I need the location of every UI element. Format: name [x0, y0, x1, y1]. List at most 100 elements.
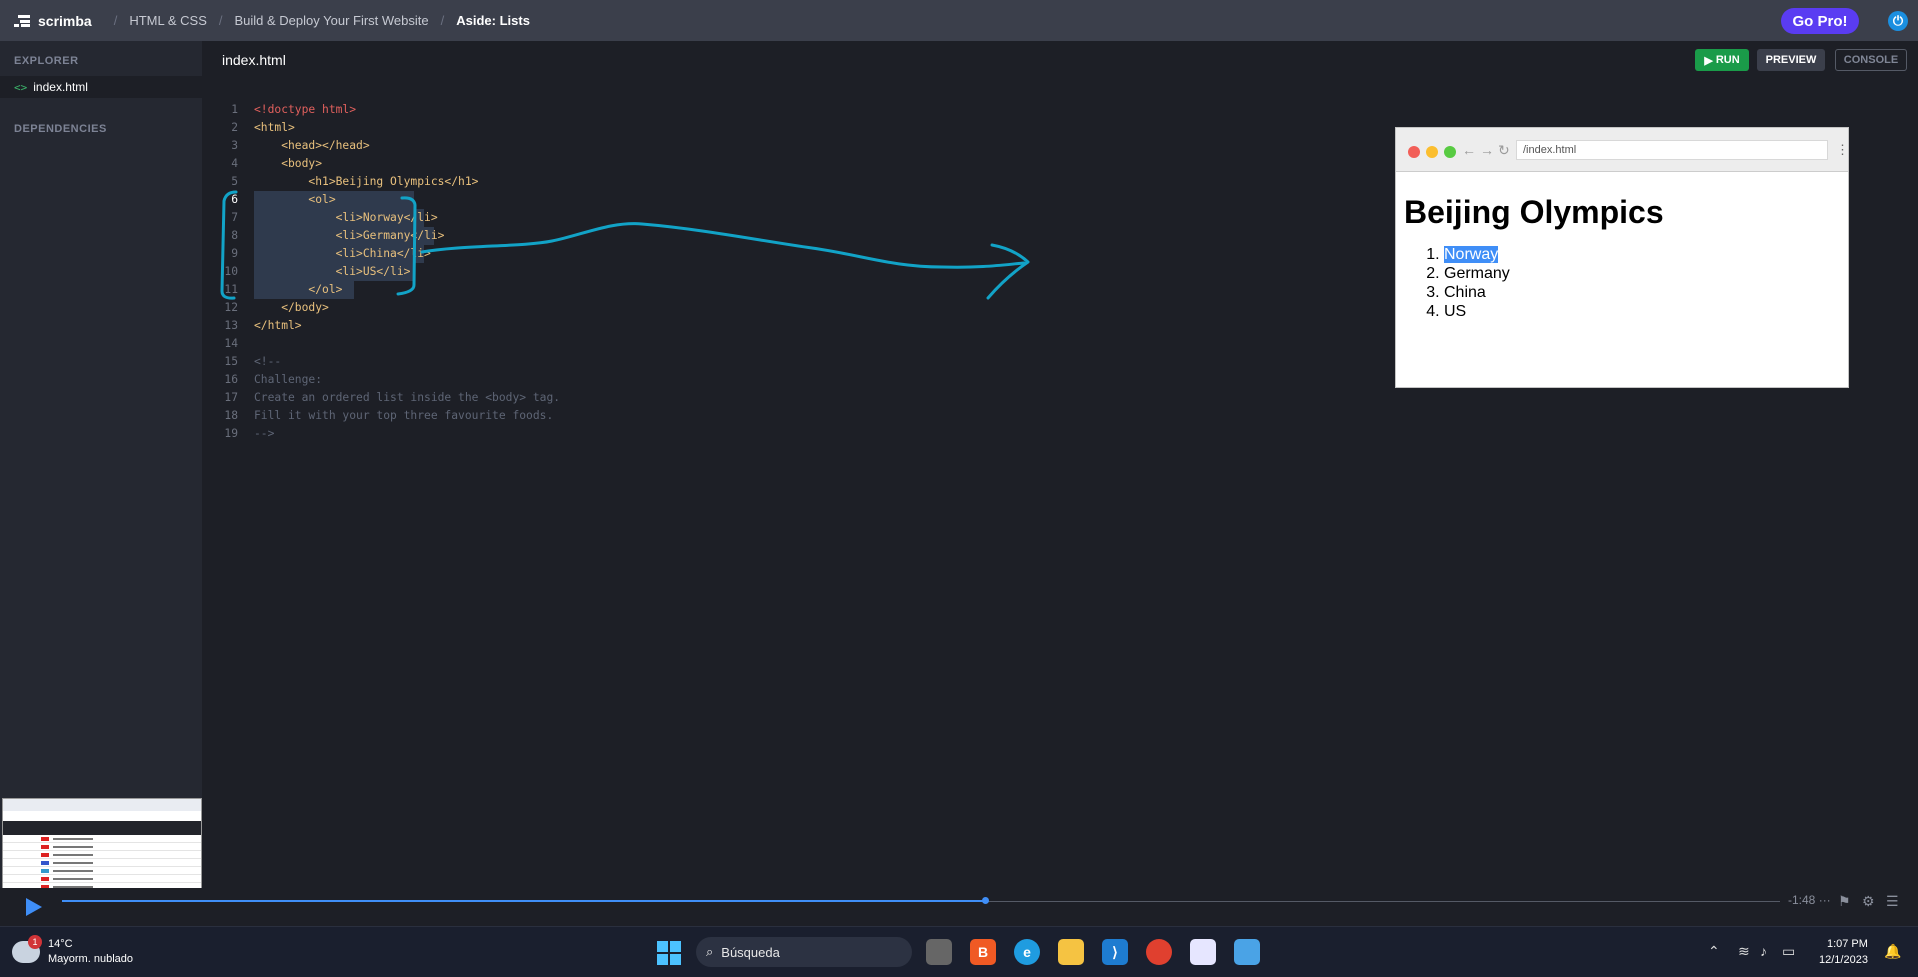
close-dot[interactable] — [1408, 146, 1420, 158]
minimize-dot[interactable] — [1426, 146, 1438, 158]
play-icon[interactable] — [26, 898, 42, 916]
wifi-icon[interactable]: ≋ — [1738, 943, 1750, 960]
code-line[interactable]: 4 <body> — [202, 155, 560, 173]
reload-icon[interactable]: ↻ — [1498, 142, 1510, 159]
code-text: </ol> — [254, 283, 343, 296]
run-label: RUN — [1715, 54, 1740, 66]
brand-name: scrimba — [38, 12, 92, 29]
code-line[interactable]: 14 — [202, 335, 560, 353]
line-number: 10 — [224, 265, 238, 278]
breadcrumb-separator: / — [218, 13, 223, 28]
code-line[interactable]: 3 <head></head> — [202, 137, 560, 155]
search-icon: ⌕ — [706, 944, 714, 959]
breadcrumb-current: Aside: Lists — [456, 13, 530, 28]
code-text: <!doctype html> — [254, 103, 357, 116]
task-view-icon[interactable] — [926, 939, 952, 965]
settings-gear-icon[interactable]: ⚙ — [1862, 893, 1875, 910]
code-line[interactable]: 7 <li>Norway</li> — [202, 209, 560, 227]
code-line[interactable]: 12 </body> — [202, 299, 560, 317]
breadcrumb-module[interactable]: Build & Deploy Your First Website — [234, 13, 428, 28]
chevron-up-icon[interactable]: ⌃ — [1708, 943, 1720, 960]
progress-knob[interactable] — [982, 897, 990, 904]
breadcrumb-course[interactable]: HTML & CSS — [129, 13, 207, 28]
line-number: 5 — [231, 175, 238, 188]
more-menu-icon[interactable]: ⋮ — [1836, 142, 1849, 158]
line-number: 16 — [224, 373, 238, 386]
file-explorer-icon[interactable] — [1058, 939, 1084, 965]
line-number: 1 — [231, 103, 238, 116]
code-line[interactable]: 1 <!doctype html> — [202, 101, 560, 119]
code-area[interactable]: 1 <!doctype html> 2 <html> 3 <head></head> 4 … — [202, 101, 560, 443]
code-line[interactable]: 15 <!-- — [202, 353, 560, 371]
line-number: 13 — [224, 319, 238, 332]
breadcrumb-separator: / — [440, 13, 445, 28]
line-number: 6 — [231, 193, 238, 206]
scrimba-logo[interactable]: scrimba — [14, 13, 92, 29]
code-line[interactable]: 2 <html> — [202, 119, 560, 137]
editor-tab[interactable]: index.html — [222, 52, 286, 68]
code-text: <li>Norway</li> — [254, 211, 438, 224]
breadcrumb-separator: / — [113, 13, 118, 28]
brave-browser-icon[interactable]: B — [970, 939, 996, 965]
back-arrow-icon[interactable]: ← — [1462, 142, 1476, 158]
dependencies-heading[interactable]: DEPENDENCIES — [14, 123, 107, 135]
preview-page: Beijing Olympics Norway Germany China US — [1396, 172, 1848, 343]
line-number: 11 — [224, 283, 238, 296]
windows-start-icon[interactable] — [657, 941, 681, 965]
preview-heading: Beijing Olympics — [1404, 194, 1664, 230]
edge-browser-icon[interactable]: e — [1014, 939, 1040, 965]
code-text: </html> — [254, 319, 302, 332]
list-item-text-selected: Norway — [1444, 246, 1499, 263]
maximize-dot[interactable] — [1444, 146, 1456, 158]
code-text: <li>US</li> — [254, 265, 411, 278]
code-text: Challenge: — [254, 373, 323, 386]
top-bar: scrimba / HTML & CSS / Build & Deploy Yo… — [0, 0, 1918, 41]
code-line[interactable]: 17 Create an ordered list inside the <bod… — [202, 389, 560, 407]
search-placeholder: Búsqueda — [721, 944, 780, 960]
line-number: 12 — [224, 301, 238, 314]
windows-taskbar: 1 14°C Mayorm. nublado ⌕ Búsqueda B e ⟩ … — [0, 926, 1918, 977]
preview-button[interactable]: PREVIEW — [1757, 49, 1825, 71]
code-line[interactable]: 10 <li>US</li> — [202, 263, 560, 281]
power-icon[interactable]: ⏻ — [1888, 11, 1908, 31]
player-bar: -1:48 ··· ⚑ ⚙ ☰ — [0, 888, 1918, 926]
address-bar[interactable]: /index.html — [1516, 140, 1828, 160]
chrome-browser-icon[interactable] — [1146, 939, 1172, 965]
volume-icon[interactable]: ♪ — [1760, 943, 1767, 959]
line-number: 9 — [231, 247, 238, 260]
code-line[interactable]: 6 <ol> — [202, 191, 560, 209]
weather-widget[interactable]: 1 14°C Mayorm. nublado — [12, 935, 133, 967]
code-text: <h1>Beijing Olympics</h1> — [254, 175, 479, 188]
list-item: China — [1444, 283, 1840, 302]
forward-arrow-icon[interactable]: → — [1480, 142, 1494, 158]
code-line[interactable]: 5 <h1>Beijing Olympics</h1> — [202, 173, 560, 191]
line-number: 15 — [224, 355, 238, 368]
code-line[interactable]: 8 <li>Germany</li> — [202, 227, 560, 245]
code-line[interactable]: 19 --> — [202, 425, 560, 443]
menu-icon[interactable]: ☰ — [1886, 893, 1899, 910]
code-line[interactable]: 13 </html> — [202, 317, 560, 335]
code-line[interactable]: 18 Fill it with your top three favourite … — [202, 407, 560, 425]
code-line[interactable]: 9 <li>China</li> — [202, 245, 560, 263]
line-number: 7 — [231, 211, 238, 224]
battery-icon[interactable]: ▭ — [1782, 943, 1795, 960]
line-number: 18 — [224, 409, 238, 422]
taskbar-search[interactable]: ⌕ Búsqueda — [696, 937, 912, 967]
system-clock[interactable]: 1:07 PM 12/1/2023 — [1819, 936, 1868, 968]
run-button[interactable]: ▶ RUN — [1695, 49, 1749, 71]
snipping-tool-icon[interactable] — [1190, 939, 1216, 965]
file-item-index[interactable]: <> index.html — [0, 76, 202, 98]
bookmark-icon[interactable]: ⚑ — [1838, 893, 1851, 910]
code-text: <head></head> — [254, 139, 370, 152]
line-number: 17 — [224, 391, 238, 404]
vscode-icon[interactable]: ⟩ — [1102, 939, 1128, 965]
notepad-icon[interactable] — [1234, 939, 1260, 965]
console-button[interactable]: CONSOLE — [1835, 49, 1907, 71]
weather-description: Mayorm. nublado — [48, 953, 133, 965]
code-line[interactable]: 16 Challenge: — [202, 371, 560, 389]
go-pro-button[interactable]: Go Pro! — [1781, 8, 1859, 34]
code-line[interactable]: 11 </ol> — [202, 281, 560, 299]
code-file-icon: <> — [14, 80, 28, 94]
notification-bell-icon[interactable]: 🔔 — [1884, 943, 1901, 960]
